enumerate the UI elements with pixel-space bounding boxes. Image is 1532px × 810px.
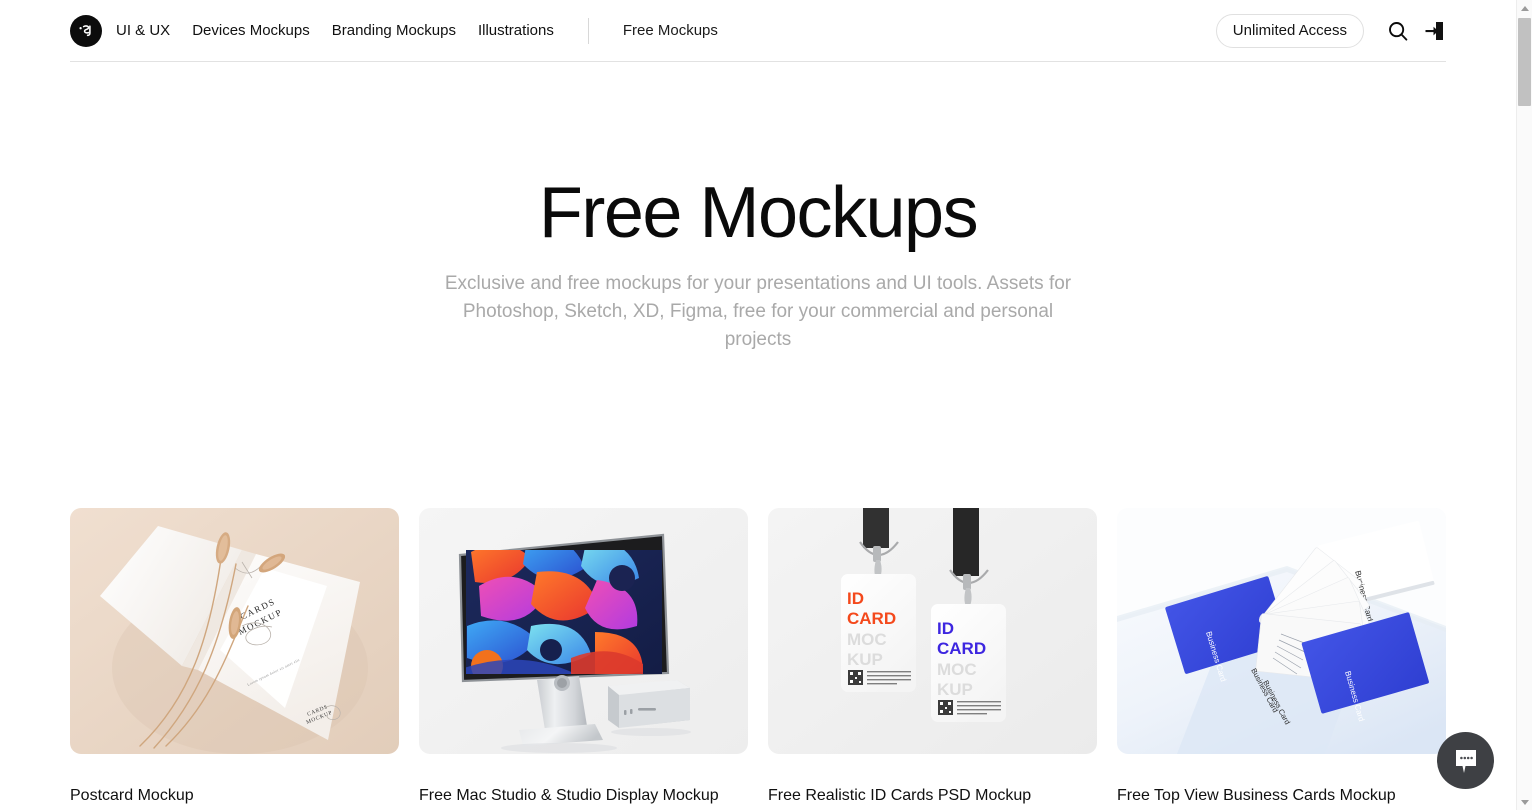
- vertical-scrollbar[interactable]: [1516, 0, 1532, 810]
- hero-section: Free Mockups Exclusive and free mockups …: [0, 62, 1516, 508]
- header-actions: Unlimited Access: [1215, 0, 1446, 61]
- svg-text:ID: ID: [847, 589, 864, 608]
- page-viewport: UI & UX Devices Mockups Branding Mockups…: [0, 0, 1516, 810]
- card-title: Free Mac Studio & Studio Display Mockup: [419, 787, 719, 804]
- card-title: Postcard Mockup: [70, 787, 194, 804]
- hero-subtitle: Exclusive and free mockups for your pres…: [444, 272, 1072, 350]
- mac-studio-display-mockup-thumbnail[interactable]: [419, 508, 748, 754]
- brand-logo-js-circle[interactable]: [70, 14, 102, 47]
- id-cards-mockup-thumbnail[interactable]: ID CARD MOC KUP ID CARD MOC KUP: [768, 508, 1097, 754]
- scroll-up-triangle: [1520, 5, 1529, 11]
- chat-bubble-icon[interactable]: [1437, 732, 1494, 789]
- card-title: Free Realistic ID Cards PSD Mockup: [768, 787, 1032, 804]
- nav-item-devices-mockups[interactable]: Devices Mockups: [192, 23, 310, 38]
- svg-text:CARD: CARD: [937, 639, 986, 658]
- mockup-card[interactable]: CARDS MOCKUP Lorem ipsum dolor sit amet …: [70, 508, 399, 807]
- card-title: Free Top View Business Cards Mockup: [1117, 787, 1396, 804]
- search-icon[interactable]: [1386, 19, 1410, 43]
- business-cards-mockup-thumbnail[interactable]: Business Card Business Card Business Car…: [1117, 508, 1446, 754]
- nav-item-illustrations[interactable]: Illustrations: [478, 23, 554, 38]
- unlimited-access-button[interactable]: Unlimited Access: [1215, 13, 1364, 48]
- svg-text:CARD: CARD: [847, 609, 896, 628]
- nav-item-branding-mockups[interactable]: Branding Mockups: [332, 23, 456, 38]
- scrollbar-thumb[interactable]: [1518, 18, 1531, 106]
- page-title: Free Mockups: [538, 173, 979, 254]
- svg-text:KUP: KUP: [937, 680, 973, 699]
- svg-text:MOC: MOC: [937, 660, 977, 679]
- site-header: UI & UX Devices Mockups Branding Mockups…: [70, 0, 1446, 62]
- svg-text:MOC: MOC: [847, 630, 887, 649]
- nav-item-ui-ux[interactable]: UI & UX: [116, 23, 170, 38]
- primary-navigation: UI & UX Devices Mockups Branding Mockups…: [70, 0, 740, 61]
- mockup-card-grid: CARDS MOCKUP Lorem ipsum dolor sit amet …: [70, 508, 1446, 807]
- sign-in-arrow-icon[interactable]: [1422, 19, 1446, 43]
- postcard-mockup-thumbnail[interactable]: CARDS MOCKUP Lorem ipsum dolor sit amet …: [70, 508, 399, 754]
- scroll-down-arrow-icon[interactable]: [1517, 794, 1532, 810]
- mockup-card[interactable]: Free Mac Studio & Studio Display Mockup: [419, 508, 748, 807]
- page-root: UI & UX Devices Mockups Branding Mockups…: [0, 0, 1532, 810]
- mockup-card[interactable]: ID CARD MOC KUP ID CARD MOC KUP Free Rea…: [768, 508, 1097, 807]
- mockup-card[interactable]: Business Card Business Card Business Car…: [1117, 508, 1446, 807]
- nav-divider: [587, 17, 589, 44]
- svg-text:ID: ID: [937, 619, 954, 638]
- scroll-down-triangle: [1520, 799, 1529, 805]
- scroll-up-arrow-icon[interactable]: [1517, 0, 1532, 16]
- svg-text:KUP: KUP: [847, 650, 883, 669]
- nav-item-free-mockups[interactable]: Free Mockups: [623, 23, 718, 38]
